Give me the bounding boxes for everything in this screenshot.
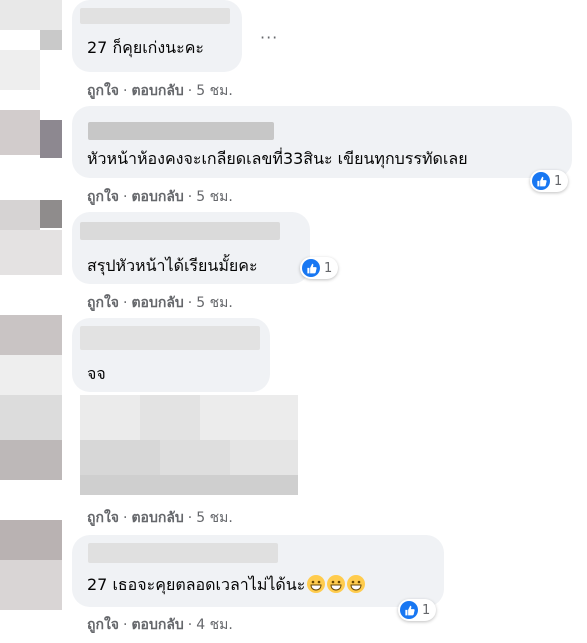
comment-body: 27 เธอจะคุยตลอดเวลาไม่ได้นะ	[87, 575, 306, 594]
commenter-name[interactable]	[88, 543, 278, 563]
reaction-count: 1	[422, 602, 431, 618]
timestamp[interactable]: 5 ชม.	[196, 510, 233, 526]
like-link[interactable]: ถูกใจ	[87, 83, 119, 99]
like-thumb-icon	[302, 259, 320, 277]
timestamp[interactable]: 5 ชม.	[196, 295, 233, 311]
comment-actions: ถูกใจ · ตอบกลับ · 5 ชม.	[87, 295, 233, 311]
grinning-face-icon	[327, 575, 346, 593]
reply-link[interactable]: ตอบกลับ	[131, 295, 183, 311]
comment-actions: ถูกใจ · ตอบกลับ · 5 ชม.	[87, 510, 233, 526]
comment-text: หัวหน้าห้องคงจะเกลียดเลขที่33สินะ เขียนท…	[87, 149, 468, 168]
timestamp[interactable]: 5 ชม.	[196, 83, 233, 99]
timestamp[interactable]: 5 ชม.	[196, 189, 233, 205]
commenter-name[interactable]	[80, 326, 260, 350]
reply-link[interactable]: ตอบกลับ	[131, 83, 183, 99]
reply-link[interactable]: ตอบกลับ	[131, 189, 183, 205]
commenter-name[interactable]	[88, 122, 274, 140]
grinning-face-icon	[307, 575, 326, 593]
timestamp[interactable]: 4 ชม.	[196, 617, 233, 633]
comment-actions: ถูกใจ · ตอบกลับ · 5 ชม.	[87, 83, 233, 99]
like-link[interactable]: ถูกใจ	[87, 189, 119, 205]
like-thumb-icon	[532, 172, 550, 190]
commenter-name[interactable]	[80, 222, 280, 240]
grinning-face-icon	[347, 575, 366, 593]
reaction-count: 1	[324, 260, 333, 276]
reaction-count: 1	[554, 173, 563, 189]
like-thumb-icon	[400, 601, 418, 619]
comment-text: 27 เธอจะคุยตลอดเวลาไม่ได้นะ	[87, 573, 366, 598]
avatar-column	[0, 0, 62, 643]
comment-image[interactable]	[80, 395, 298, 495]
reaction-badge[interactable]: 1	[398, 599, 437, 621]
comment-text: 27 ก็คุยเก่งนะคะ	[87, 38, 205, 57]
like-link[interactable]: ถูกใจ	[87, 617, 119, 633]
like-link[interactable]: ถูกใจ	[87, 295, 119, 311]
reaction-badge[interactable]: 1	[300, 257, 339, 279]
like-link[interactable]: ถูกใจ	[87, 510, 119, 526]
reply-link[interactable]: ตอบกลับ	[131, 617, 183, 633]
commenter-name[interactable]	[80, 8, 230, 24]
comment-actions: ถูกใจ · ตอบกลับ · 5 ชม.	[87, 189, 233, 205]
comment-text: จจ	[87, 364, 106, 383]
reaction-badge[interactable]: 1	[530, 170, 569, 192]
reply-link[interactable]: ตอบกลับ	[131, 510, 183, 526]
comment-actions: ถูกใจ · ตอบกลับ · 4 ชม.	[87, 617, 233, 633]
comment-text: สรุปหัวหน้าได้เรียนมั้ยคะ	[87, 256, 258, 275]
more-options-icon[interactable]: ···	[260, 28, 278, 47]
